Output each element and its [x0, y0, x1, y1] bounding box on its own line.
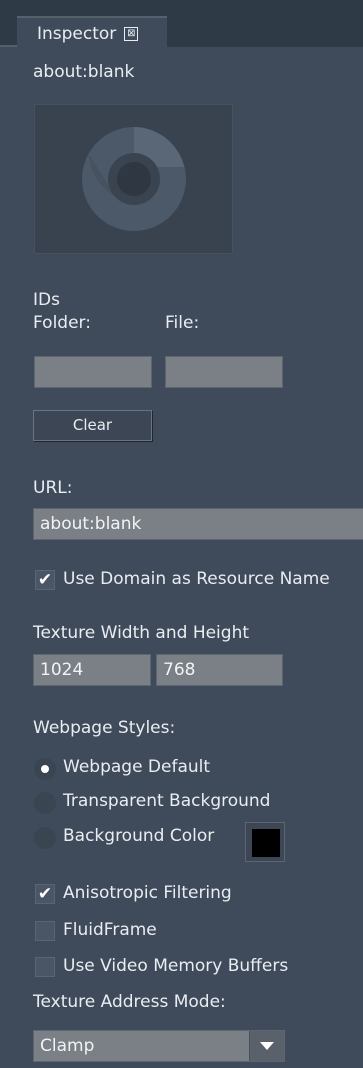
webpage-styles-label: Webpage Styles:	[33, 718, 176, 738]
texture-size-label: Texture Width and Height	[33, 623, 250, 643]
address-mode-value: Clamp	[40, 1036, 95, 1056]
clear-button[interactable]: Clear	[33, 410, 152, 441]
radio-webpage-default[interactable]	[34, 758, 56, 780]
file-label: File:	[165, 313, 200, 333]
checkmark-icon: ✔	[37, 570, 53, 590]
url-field[interactable]: about:blank	[33, 508, 363, 540]
radio-webpage-default-label: Webpage Default	[63, 757, 211, 777]
background-color-swatch[interactable]	[245, 822, 285, 862]
radio-background-color-label: Background Color	[63, 826, 215, 846]
close-icon[interactable]: ⊠	[124, 26, 139, 41]
tab-bar-line	[0, 45, 17, 47]
texture-height-field[interactable]: 768	[156, 654, 283, 686]
radio-transparent-background-label: Transparent Background	[63, 791, 271, 811]
page-thumbnail	[34, 104, 233, 254]
tab-inspector[interactable]: Inspector ⊠	[17, 16, 167, 49]
page-title: about:blank	[33, 62, 135, 82]
fluidframe-checkbox[interactable]	[35, 921, 55, 941]
chevron-down-icon[interactable]	[249, 1031, 284, 1061]
radio-background-color[interactable]	[34, 827, 56, 849]
tab-bar: Inspector ⊠	[0, 0, 363, 49]
radio-selected-dot	[41, 765, 49, 773]
video-memory-checkbox[interactable]	[35, 957, 55, 977]
address-mode-label: Texture Address Mode:	[33, 992, 226, 1012]
use-domain-label: Use Domain as Resource Name	[63, 569, 330, 589]
url-label: URL:	[33, 478, 73, 498]
video-memory-label: Use Video Memory Buffers	[63, 956, 289, 976]
fluidframe-label: FluidFrame	[63, 920, 157, 940]
anisotropic-label: Anisotropic Filtering	[63, 883, 232, 903]
anisotropic-checkbox[interactable]: ✔	[35, 884, 55, 904]
ids-label: IDs	[33, 290, 60, 310]
folder-label: Folder:	[33, 313, 91, 333]
folder-id-field[interactable]	[34, 356, 152, 388]
file-id-field[interactable]	[165, 356, 283, 388]
tab-inspector-label: Inspector	[37, 23, 117, 44]
chrome-icon	[81, 127, 186, 231]
color-swatch-fill	[252, 829, 280, 857]
checkmark-icon: ✔	[37, 884, 53, 904]
radio-transparent-background[interactable]	[34, 792, 56, 814]
use-domain-checkbox[interactable]: ✔	[35, 570, 55, 590]
address-mode-select[interactable]: Clamp	[33, 1030, 285, 1062]
texture-width-field[interactable]: 1024	[33, 654, 151, 686]
